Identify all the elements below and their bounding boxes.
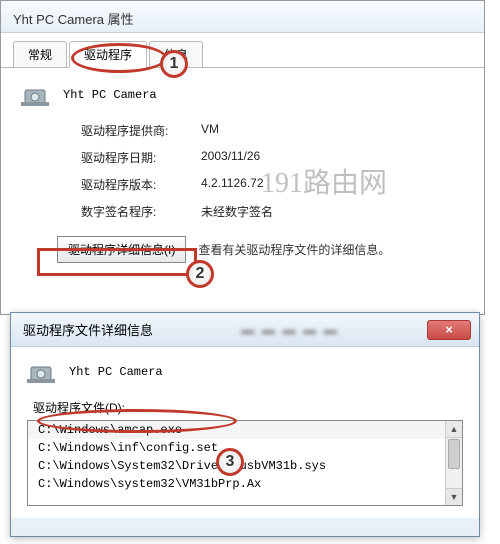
tab-general[interactable]: 常规	[13, 41, 67, 67]
camera-icon	[21, 82, 53, 108]
tab-driver[interactable]: 驱动程序	[69, 41, 147, 68]
details-device-header: Yht PC Camera	[27, 359, 463, 385]
info-row-signer: 数字签名程序: 未经数字签名	[81, 203, 464, 220]
properties-window: Yht PC Camera 属性 常规 驱动程序 信息 Yht PC Camer…	[0, 0, 485, 315]
scroll-down-icon[interactable]: ▼	[446, 488, 462, 505]
file-item[interactable]: C:\Windows\amcap.exe	[28, 421, 462, 439]
blurred-text: ▬ ▬ ▬ ▬ ▬	[241, 322, 338, 337]
tab-label: 信息	[164, 48, 188, 62]
close-icon: ×	[445, 322, 453, 337]
details-titlebar: 驱动程序文件详细信息 ▬ ▬ ▬ ▬ ▬ ×	[11, 313, 479, 347]
info-value: VM	[201, 122, 219, 139]
details-device-name: Yht PC Camera	[69, 365, 163, 379]
device-header: Yht PC Camera	[21, 82, 464, 108]
file-list[interactable]: C:\Windows\amcap.exe C:\Windows\inf\conf…	[27, 420, 463, 506]
file-item[interactable]: C:\Windows\System32\Drivers\usbVM31b.sys	[28, 457, 462, 475]
info-row-version: 驱动程序版本: 4.2.1126.72	[81, 176, 464, 193]
details-title-text: 驱动程序文件详细信息	[23, 320, 153, 339]
file-item[interactable]: C:\Windows\inf\config.set	[28, 439, 462, 457]
button-label: 驱动程序详细信息(I)	[68, 243, 175, 257]
info-value: 未经数字签名	[201, 203, 273, 220]
file-list-label: 驱动程序文件(D):	[33, 399, 463, 416]
camera-icon	[27, 359, 59, 385]
details-body: Yht PC Camera 驱动程序文件(D): C:\Windows\amca…	[11, 347, 479, 518]
tab-strip: 常规 驱动程序 信息	[1, 33, 484, 68]
device-name: Yht PC Camera	[63, 88, 157, 102]
info-label: 驱动程序提供商:	[81, 122, 201, 139]
info-label: 数字签名程序:	[81, 203, 201, 220]
scroll-up-icon[interactable]: ▲	[446, 421, 462, 438]
file-item[interactable]: C:\Windows\system32\VM31bPrp.Ax	[28, 475, 462, 493]
scrollbar[interactable]: ▲ ▼	[445, 421, 462, 505]
driver-tab-content: Yht PC Camera 驱动程序提供商: VM 驱动程序日期: 2003/1…	[1, 68, 484, 277]
close-button[interactable]: ×	[427, 320, 471, 340]
info-value: 2003/11/26	[201, 149, 260, 166]
tab-label: 常规	[28, 48, 52, 62]
tab-label: 驱动程序	[84, 48, 132, 62]
info-label: 驱动程序日期:	[81, 149, 201, 166]
window-title: Yht PC Camera 属性	[1, 1, 484, 33]
driver-file-details-window: 驱动程序文件详细信息 ▬ ▬ ▬ ▬ ▬ × Yht PC Camera 驱动程…	[10, 312, 480, 537]
tab-details[interactable]: 信息	[149, 41, 203, 67]
button-row: 驱动程序详细信息(I) 查看有关驱动程序文件的详细信息。	[57, 236, 464, 263]
info-row-provider: 驱动程序提供商: VM	[81, 122, 464, 139]
button-description: 查看有关驱动程序文件的详细信息。	[198, 241, 390, 258]
scroll-thumb[interactable]	[448, 439, 460, 469]
info-row-date: 驱动程序日期: 2003/11/26	[81, 149, 464, 166]
driver-details-button[interactable]: 驱动程序详细信息(I)	[57, 236, 186, 263]
info-label: 驱动程序版本:	[81, 176, 201, 193]
info-value: 4.2.1126.72	[201, 176, 264, 193]
